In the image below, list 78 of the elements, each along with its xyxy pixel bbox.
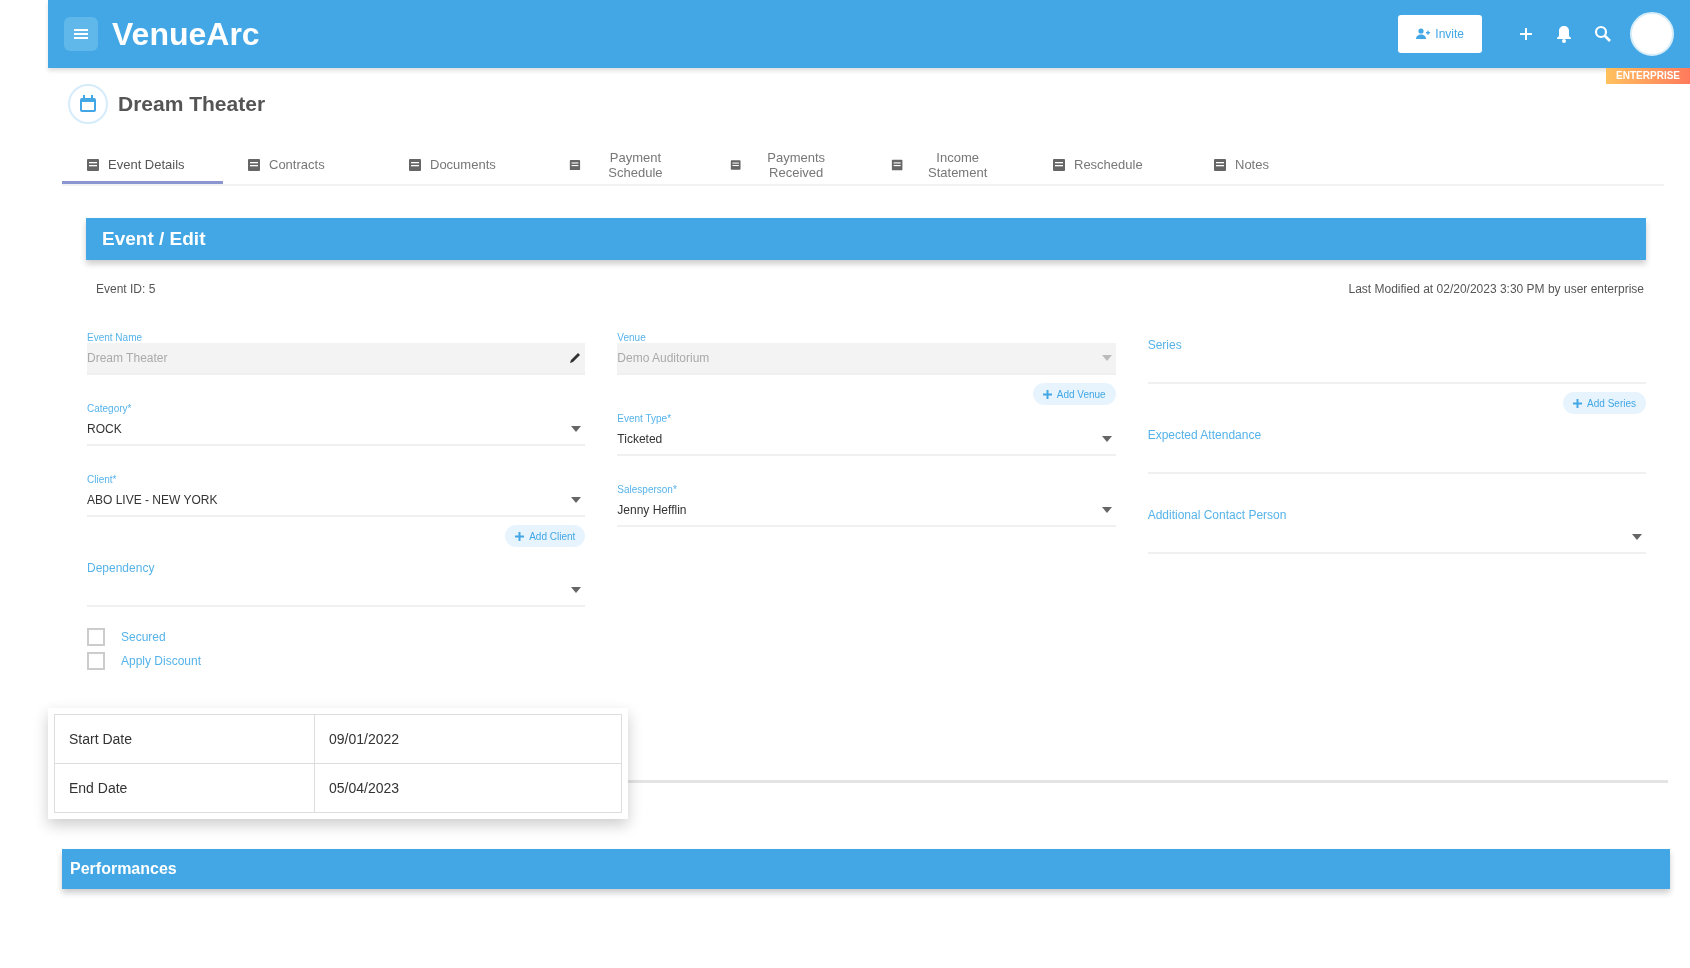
form-field[interactable]: Additional Contact Person	[1147, 492, 1646, 554]
menu-button[interactable]	[64, 17, 98, 51]
document-icon	[1213, 158, 1227, 171]
field-label: Venue	[617, 332, 647, 343]
document-icon	[730, 158, 742, 171]
field-value: Dream Theater	[87, 351, 169, 365]
field-value: ABO LIVE - NEW YORK	[87, 493, 219, 507]
document-icon	[247, 158, 261, 171]
document-icon	[408, 158, 422, 171]
field-label: Series	[1147, 338, 1183, 352]
page-title: Dream Theater	[118, 92, 266, 116]
plan-badge: ENTERPRISE	[1606, 68, 1690, 84]
panel-title: Event / Edit	[102, 228, 206, 250]
field-value: Ticketed	[617, 432, 664, 446]
tab[interactable]: Payments Received	[706, 148, 867, 184]
add-button[interactable]: Add Series	[1563, 392, 1646, 414]
person-plus-icon	[1416, 28, 1431, 40]
document-icon	[891, 158, 904, 171]
field-label: Additional Contact Person	[1147, 508, 1288, 522]
table-cell-text: 09/01/2022	[328, 730, 401, 749]
tab[interactable]: Contracts	[223, 148, 384, 184]
caret-icon	[1101, 355, 1112, 361]
table-cell: End Date	[55, 764, 315, 812]
form-field[interactable]: Event Type* Ticketed	[617, 403, 1116, 456]
document-icon	[86, 158, 100, 171]
form-field[interactable]: Expected Attendance	[1147, 412, 1646, 474]
checkbox[interactable]	[87, 652, 105, 670]
field-value: ROCK	[87, 422, 123, 436]
add-button[interactable]: Add Venue	[1032, 383, 1116, 405]
section-title: Performances	[70, 860, 177, 878]
field-label: Dependency	[87, 561, 156, 575]
tab[interactable]: Payment Schedule	[545, 148, 706, 184]
bell-icon[interactable]	[1556, 25, 1572, 43]
checkbox[interactable]	[87, 628, 105, 646]
field-label: Client*	[87, 474, 118, 485]
field-value: Jenny Hefflin	[617, 503, 688, 517]
checkbox-label[interactable]: Apply Discount	[121, 654, 202, 668]
tab[interactable]: Event Details	[62, 148, 223, 184]
field-label: Event Type*	[617, 413, 673, 424]
field-value: Demo Auditorium	[617, 351, 711, 365]
caret-icon	[571, 497, 582, 503]
field-label: Salesperson*	[617, 484, 678, 495]
add-button[interactable]: Add Client	[505, 525, 586, 547]
table-cell: Start Date	[55, 715, 315, 763]
form-field[interactable]: Series	[1147, 322, 1646, 384]
form-field[interactable]: Dependency	[87, 545, 586, 607]
caret-icon	[571, 587, 582, 593]
tab[interactable]: Documents	[384, 148, 545, 184]
form-field[interactable]: Client* ABO LIVE - NEW YORK	[87, 464, 586, 517]
field-label: Expected Attendance	[1147, 428, 1263, 442]
search-icon[interactable]	[1594, 25, 1612, 43]
plus-icon	[1042, 389, 1052, 399]
form-field[interactable]: Salesperson* Jenny Hefflin	[617, 474, 1116, 527]
caret-icon	[1101, 507, 1112, 513]
tab[interactable]: Income Statement	[867, 148, 1028, 184]
last-modified: Last Modified at 02/20/2023 3:30 PM by user enterprise	[1348, 282, 1644, 296]
form-field[interactable]: Category* ROCK	[87, 393, 586, 446]
event-id: Event ID: 5	[96, 282, 156, 296]
caret-icon	[571, 426, 582, 432]
document-icon	[569, 158, 581, 171]
logo[interactable]: VenueArc	[112, 15, 260, 53]
caret-icon	[1101, 436, 1112, 442]
document-icon	[1052, 158, 1066, 171]
invite-button[interactable]: Invite	[1398, 15, 1482, 53]
menu-icon	[74, 28, 88, 40]
table-cell-text: 05/04/2023	[328, 779, 401, 798]
plus-icon	[1573, 398, 1583, 408]
field-label: Event Name	[87, 332, 144, 343]
calendar-icon	[68, 84, 108, 124]
field-label: Category*	[87, 403, 133, 414]
pencil-icon	[569, 352, 582, 364]
plus-icon[interactable]	[1518, 26, 1534, 42]
tab[interactable]: Reschedule	[1028, 148, 1189, 184]
checkbox-label[interactable]: Secured	[121, 630, 166, 644]
tab[interactable]: Notes	[1189, 148, 1350, 184]
avatar[interactable]	[1630, 12, 1674, 56]
plus-icon	[515, 531, 525, 541]
caret-icon	[1632, 534, 1642, 540]
